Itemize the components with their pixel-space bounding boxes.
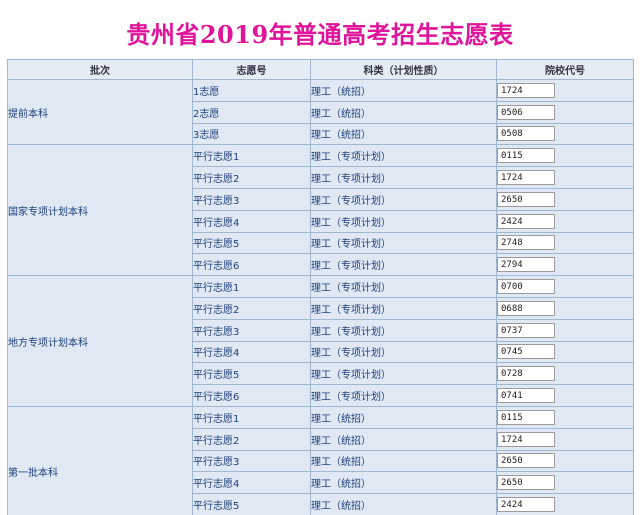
wish-number: 1志愿	[192, 79, 311, 102]
school-code-input[interactable]: 0115	[497, 409, 555, 425]
school-code-input[interactable]: 0506	[497, 104, 555, 120]
subject-type: 理工（统招）	[310, 100, 497, 124]
wish-number: 平行志愿1	[192, 275, 311, 298]
subject-type: 理工（专项计划）	[310, 209, 497, 233]
table-header: 批次 志愿号 科类（计划性质） 院校代号	[7, 59, 634, 80]
header-wish: 志愿号	[192, 59, 311, 80]
school-code-cell: 0508	[496, 122, 634, 146]
subject-type: 理工（统招）	[310, 427, 497, 451]
subject-type: 理工（专项计划）	[310, 144, 497, 168]
wish-number: 平行志愿3	[192, 187, 311, 211]
school-code-cell: 2650	[496, 471, 634, 495]
wish-number: 平行志愿1	[192, 144, 311, 168]
subject-type: 理工（专项计划）	[310, 296, 497, 320]
subject-type: 理工（专项计划）	[310, 318, 497, 342]
batch-label: 提前本科	[7, 78, 193, 146]
wish-number: 平行志愿5	[192, 362, 311, 386]
wish-number: 平行志愿6	[192, 384, 311, 407]
batch-label: 国家专项计划本科	[7, 144, 193, 277]
wish-number: 平行志愿2	[192, 296, 311, 320]
school-code-cell: 1724	[496, 79, 634, 102]
batch-label: 第一批本科	[7, 405, 193, 515]
school-code-cell: 0745	[496, 340, 634, 364]
subject-type: 理工（专项计划）	[310, 340, 497, 364]
school-code-cell: 2424	[496, 209, 634, 233]
wish-number: 平行志愿1	[192, 405, 311, 429]
header-subject: 科类（计划性质）	[310, 59, 497, 80]
school-code-cell: 1724	[496, 166, 634, 189]
wish-table: 批次 志愿号 科类（计划性质） 院校代号 提前本科 1志愿 理工（统招） 1724 2志…	[7, 59, 634, 515]
school-code-cell: 2650	[496, 449, 634, 473]
subject-type: 理工（统招）	[310, 405, 497, 429]
wish-number: 平行志愿5	[192, 231, 311, 255]
school-code-input[interactable]: 1724	[497, 431, 555, 447]
subject-type: 理工（统招）	[310, 79, 497, 102]
school-code-input[interactable]: 2794	[497, 257, 555, 273]
school-code-input[interactable]: 2424	[497, 497, 555, 513]
wish-number: 2志愿	[192, 100, 311, 124]
school-code-input[interactable]: 0745	[497, 344, 555, 360]
school-code-cell: 0115	[496, 144, 634, 168]
wish-number: 平行志愿4	[192, 471, 311, 495]
school-code-cell: 0688	[496, 296, 634, 320]
header-code: 院校代号	[496, 59, 634, 80]
school-code-input[interactable]: 0741	[497, 388, 555, 404]
school-code-cell: 2650	[496, 187, 634, 211]
subject-type: 理工（专项计划）	[310, 253, 497, 277]
school-code-input[interactable]: 2650	[497, 475, 555, 491]
school-code-input[interactable]: 0700	[497, 279, 555, 295]
subject-type: 理工（统招）	[310, 122, 497, 146]
school-code-input[interactable]: 0688	[497, 300, 555, 316]
school-code-cell: 0741	[496, 384, 634, 407]
subject-type: 理工（专项计划）	[310, 187, 497, 211]
school-code-input[interactable]: 0115	[497, 148, 555, 164]
school-code-input[interactable]: 1724	[497, 82, 555, 98]
school-code-input[interactable]: 2424	[497, 213, 555, 229]
school-code-input[interactable]: 1724	[497, 170, 555, 186]
school-code-cell: 1724	[496, 427, 634, 451]
wish-number: 平行志愿5	[192, 493, 311, 515]
wish-number: 平行志愿4	[192, 340, 311, 364]
subject-type: 理工（统招）	[310, 493, 497, 515]
table-row: 地方专项计划本科 平行志愿1 理工（专项计划） 0700	[7, 275, 634, 407]
school-code-cell: 0700	[496, 275, 634, 298]
table-row: 提前本科 1志愿 理工（统招） 1724	[7, 78, 634, 146]
school-code-input[interactable]: 2650	[497, 191, 555, 207]
header-row: 批次 志愿号 科类（计划性质） 院校代号	[7, 59, 634, 80]
subject-type: 理工（统招）	[310, 449, 497, 473]
header-batch: 批次	[7, 59, 193, 80]
school-code-cell: 2748	[496, 231, 634, 255]
table-row: 第一批本科 平行志愿1 理工（统招） 0115	[7, 405, 634, 515]
table-body: 提前本科 1志愿 理工（统招） 1724 2志愿 理工（统招） 0506 3志愿 理工（统招） 0…	[7, 78, 634, 515]
school-code-cell: 0728	[496, 362, 634, 386]
wish-number: 平行志愿6	[192, 253, 311, 277]
subject-type: 理工（专项计划）	[310, 231, 497, 255]
subject-type: 理工（统招）	[310, 471, 497, 495]
subject-type: 理工（专项计划）	[310, 166, 497, 189]
school-code-input[interactable]: 2748	[497, 235, 555, 251]
application-form-page: 贵州省2019年普通高考招生志愿表 批次 志愿号 科类（计划性质） 院校代号 提…	[0, 0, 640, 515]
school-code-input[interactable]: 0737	[497, 322, 555, 338]
school-code-input[interactable]: 0508	[497, 126, 555, 142]
subject-type: 理工（专项计划）	[310, 275, 497, 298]
school-code-cell: 2424	[496, 493, 634, 515]
wish-number: 平行志愿3	[192, 318, 311, 342]
school-code-cell: 0737	[496, 318, 634, 342]
school-code-cell: 0506	[496, 100, 634, 124]
batch-label: 地方专项计划本科	[7, 275, 193, 407]
wish-number: 平行志愿2	[192, 427, 311, 451]
table-row: 国家专项计划本科 平行志愿1 理工（专项计划） 0115	[7, 144, 634, 277]
school-code-input[interactable]: 2650	[497, 453, 555, 469]
page-title: 贵州省2019年普通高考招生志愿表	[126, 20, 514, 49]
wish-number: 平行志愿2	[192, 166, 311, 189]
school-code-input[interactable]: 0728	[497, 366, 555, 382]
school-code-cell: 2794	[496, 253, 634, 277]
wish-number: 3志愿	[192, 122, 311, 146]
subject-type: 理工（专项计划）	[310, 384, 497, 407]
school-code-cell: 0115	[496, 405, 634, 429]
wish-number: 平行志愿3	[192, 449, 311, 473]
subject-type: 理工（专项计划）	[310, 362, 497, 386]
wish-number: 平行志愿4	[192, 209, 311, 233]
